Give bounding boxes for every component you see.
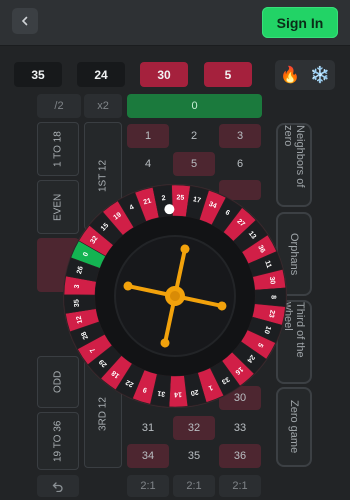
- wheel-pocket-number: 31: [157, 389, 166, 397]
- column-bet[interactable]: 2:1: [219, 475, 261, 497]
- halve-bet-button[interactable]: /2: [37, 94, 81, 118]
- wheel-pocket-number: 3: [74, 284, 81, 289]
- roulette-ball: [164, 204, 175, 215]
- history-result: 24: [77, 62, 125, 87]
- number-cell[interactable]: 6: [219, 152, 261, 176]
- bet-1-to-18[interactable]: 1 TO 18: [37, 122, 79, 176]
- number-cell[interactable]: 2: [173, 124, 215, 148]
- undo-button[interactable]: [37, 475, 79, 497]
- double-bet-button[interactable]: x2: [84, 94, 122, 118]
- hot-cold-toggle[interactable]: 🔥 ❄️: [275, 60, 335, 90]
- sign-in-button[interactable]: Sign In: [262, 7, 338, 38]
- history-result: 35: [14, 62, 62, 87]
- wheel-pocket-number: 8: [269, 295, 276, 299]
- back-button[interactable]: [12, 8, 38, 34]
- history-result: 5: [204, 62, 252, 87]
- wheel-pocket-number: 14: [174, 390, 182, 397]
- number-cell[interactable]: 36: [219, 444, 261, 468]
- zero-cell[interactable]: 0: [127, 94, 262, 118]
- number-cell[interactable]: 35: [173, 444, 215, 468]
- number-cell[interactable]: 3: [219, 124, 261, 148]
- undo-icon: [52, 482, 63, 492]
- wheel-pocket-number: 30: [268, 276, 276, 285]
- history-result: 30: [140, 62, 188, 87]
- fire-icon[interactable]: 🔥: [280, 65, 300, 85]
- chevron-left-icon: [21, 16, 28, 26]
- snowflake-icon[interactable]: ❄️: [310, 65, 330, 85]
- top-bar: Sign In: [0, 0, 350, 46]
- wheel-pocket-number: 35: [73, 299, 81, 307]
- number-cell[interactable]: 31: [127, 416, 169, 440]
- number-cell[interactable]: 33: [219, 416, 261, 440]
- column-bet[interactable]: 2:1: [173, 475, 215, 497]
- number-cell[interactable]: 4: [127, 152, 169, 176]
- bet-19-to-36[interactable]: 19 TO 36: [37, 412, 79, 470]
- wheel-pocket-number: 25: [176, 194, 184, 201]
- column-bet[interactable]: 2:1: [127, 475, 169, 497]
- number-cell[interactable]: 5: [173, 152, 215, 176]
- number-cell[interactable]: 34: [127, 444, 169, 468]
- wheel-pocket-number: 23: [267, 309, 275, 318]
- number-cell[interactable]: 32: [173, 416, 215, 440]
- roulette-wheel: 0321519421 2 25 173462713361130823105241633…: [63, 184, 287, 408]
- number-cell[interactable]: 1: [127, 124, 169, 148]
